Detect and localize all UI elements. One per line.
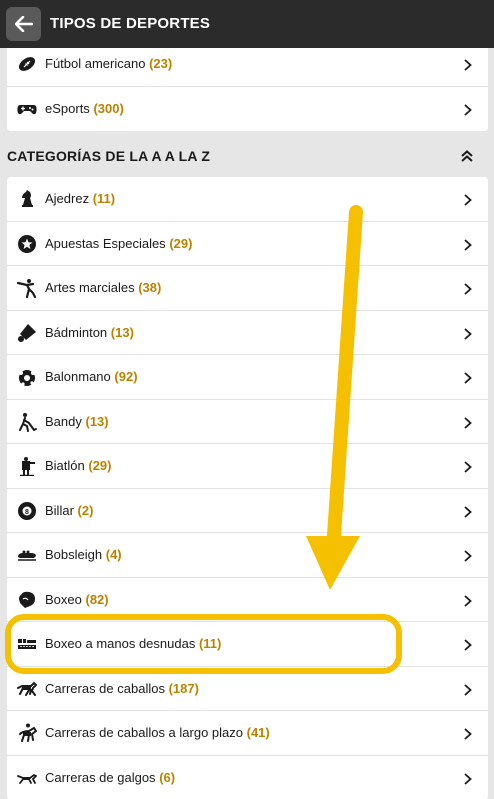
list-item-label: Fútbol americano (23) <box>45 56 173 71</box>
list-item-ajedrez[interactable]: Ajedrez (11) <box>7 177 488 222</box>
list-item-billar[interactable]: 8 Billar (2) <box>7 489 488 533</box>
list-item-label: Carreras de caballos (187) <box>45 680 199 696</box>
categories-section-header[interactable]: CATEGORÍAS DE LA A A LA Z <box>7 146 488 168</box>
chevron-right-icon <box>462 193 474 206</box>
list-item-boxeo-a-manos-desnudas[interactable]: Boxeo a manos desnudas (11) <box>7 622 488 667</box>
chevron-right-icon <box>462 238 474 251</box>
chevron-right-icon <box>462 727 474 740</box>
list-item-label: Billar (2) <box>45 502 94 518</box>
chevron-right-icon <box>462 683 474 696</box>
bobsleigh-icon <box>17 545 37 565</box>
chevron-right-icon <box>462 416 474 429</box>
list-item-carreras-de-caballos[interactable]: Carreras de caballos (187) <box>7 667 488 711</box>
list-item-label: Boxeo a manos desnudas (11) <box>45 636 222 651</box>
shuttlecock-icon <box>17 323 37 343</box>
horse-rider-icon <box>17 723 37 743</box>
bandy-player-icon <box>17 412 37 432</box>
star-circle-icon <box>17 234 37 254</box>
bare-knuckle-icon <box>17 634 37 654</box>
chevron-right-icon <box>462 103 474 116</box>
list-item-label: Carreras de galgos (6) <box>45 769 176 785</box>
chevron-right-icon <box>462 460 474 473</box>
list-item-label: Carreras de caballos a largo plazo (41) <box>45 725 270 740</box>
chevron-right-icon <box>462 638 474 651</box>
list-item-boxeo[interactable]: Boxeo (82) <box>7 578 488 622</box>
list-item-label: Ajedrez (11) <box>45 191 116 206</box>
back-button[interactable] <box>6 7 41 41</box>
chevron-right-icon <box>462 594 474 607</box>
sports-list-card: Fútbol americano (23) eSports (300) <box>7 42 488 131</box>
chevron-right-icon <box>462 772 474 785</box>
list-item-label: Biatlón (29) <box>45 458 112 473</box>
list-item-label: Bandy (13) <box>45 413 109 429</box>
gamepad-icon <box>17 99 37 119</box>
list-item-esports[interactable]: eSports (300) <box>7 87 488 132</box>
list-item-label: Bádminton (13) <box>45 324 134 340</box>
categories-list-card: Ajedrez (11) Apuestas Especiales (29) Ar… <box>7 177 488 799</box>
list-item-bandy[interactable]: Bandy (13) <box>7 400 488 444</box>
martial-arts-icon <box>17 278 37 298</box>
section-title: CATEGORÍAS DE LA A A LA Z <box>7 148 211 164</box>
list-item-bobsleigh[interactable]: Bobsleigh (4) <box>7 533 488 578</box>
page-title: TIPOS DE DEPORTES <box>50 15 211 32</box>
list-item-biatlon[interactable]: Biatlón (29) <box>7 444 488 489</box>
list-item-label: Artes marciales (38) <box>45 280 162 295</box>
list-item-label: eSports (300) <box>45 100 124 116</box>
handball-icon <box>17 367 37 387</box>
list-item-label: Apuestas Especiales (29) <box>45 235 193 251</box>
list-item-carreras-de-galgos[interactable]: Carreras de galgos (6) <box>7 756 488 799</box>
boxing-glove-icon <box>17 590 37 610</box>
list-item-badminton[interactable]: Bádminton (13) <box>7 311 488 355</box>
list-item-futbol-americano[interactable]: Fútbol americano (23) <box>7 42 488 87</box>
horse-racing-icon <box>17 679 37 699</box>
chevron-right-icon <box>462 327 474 340</box>
list-item-artes-marciales[interactable]: Artes marciales (38) <box>7 266 488 311</box>
double-chevron-up-icon[interactable] <box>460 149 474 163</box>
list-item-label: Balonmano (92) <box>45 369 138 384</box>
chess-knight-icon <box>17 189 37 209</box>
american-football-icon <box>17 54 37 74</box>
list-item-carreras-largo-plazo[interactable]: Carreras de caballos a largo plazo (41) <box>7 711 488 756</box>
chevron-right-icon <box>462 371 474 384</box>
chevron-right-icon <box>462 282 474 295</box>
chevron-right-icon <box>462 505 474 518</box>
chevron-right-icon <box>462 549 474 562</box>
list-item-label: Boxeo (82) <box>45 591 109 607</box>
list-item-label: Bobsleigh (4) <box>45 547 122 562</box>
top-bar: TIPOS DE DEPORTES <box>0 0 494 48</box>
biathlon-icon <box>17 456 37 476</box>
billiard-ball-icon: 8 <box>17 501 37 521</box>
list-item-balonmano[interactable]: Balonmano (92) <box>7 355 488 400</box>
chevron-right-icon <box>462 58 474 71</box>
arrow-left-icon <box>14 16 33 32</box>
greyhound-icon <box>17 768 37 788</box>
list-item-apuestas-especiales[interactable]: Apuestas Especiales (29) <box>7 222 488 266</box>
svg-text:8: 8 <box>25 509 29 516</box>
